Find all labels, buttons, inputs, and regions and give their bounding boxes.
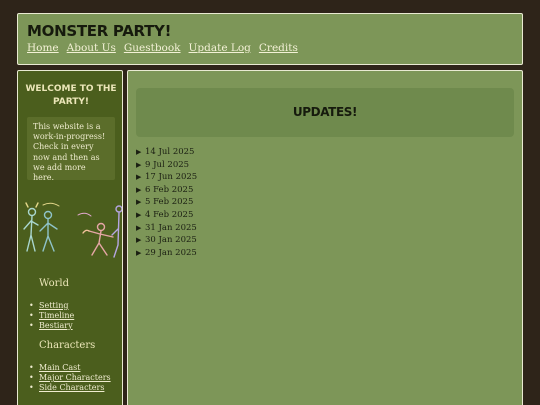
monster-party-illustration	[23, 202, 122, 258]
side-characters-link[interactable]: Side Characters	[39, 383, 104, 392]
updates-panel: UPDATES! ▶ 14 Jul 2025 ▶ 9 Jul 2025 ▶ 17 Ju…	[127, 70, 523, 405]
update-date: 5 Feb 2025	[145, 197, 194, 208]
update-entry[interactable]: ▶ 9 Jul 2025	[136, 159, 197, 172]
list-item: Side Characters	[29, 383, 111, 393]
update-entry[interactable]: ▶ 31 Jan 2025	[136, 222, 197, 235]
sidebar: WELCOME TO THE PARTY! This website is a …	[17, 70, 123, 405]
nav-about-link[interactable]: About Us	[67, 42, 116, 54]
bestiary-link[interactable]: Bestiary	[39, 321, 73, 330]
update-log-list: ▶ 14 Jul 2025 ▶ 9 Jul 2025 ▶ 17 Jun 2025 ▶ 6…	[136, 146, 197, 259]
list-item: Major Characters	[29, 373, 111, 383]
updates-banner: UPDATES!	[136, 88, 514, 137]
nav-guestbook-link[interactable]: Guestbook	[124, 42, 181, 54]
disclosure-triangle-icon: ▶	[136, 223, 142, 232]
disclosure-triangle-icon: ▶	[136, 173, 142, 182]
characters-link-list: Main Cast Major Characters Side Characte…	[29, 363, 111, 393]
site-title: MONSTER PARTY!	[27, 22, 172, 40]
update-date: 9 Jul 2025	[145, 159, 190, 170]
world-heading: World	[39, 278, 69, 289]
major-characters-link[interactable]: Major Characters	[39, 373, 111, 382]
welcome-message: This website is a work-in-progress! Chec…	[27, 117, 115, 182]
list-item: Bestiary	[29, 321, 74, 331]
nav-credits-link[interactable]: Credits	[259, 42, 298, 54]
site-header: MONSTER PARTY! Home About Us Guestbook U…	[17, 13, 523, 65]
updates-heading: UPDATES!	[292, 105, 358, 119]
update-entry[interactable]: ▶ 17 Jun 2025	[136, 171, 197, 184]
update-entry[interactable]: ▶ 5 Feb 2025	[136, 196, 197, 209]
update-date: 4 Feb 2025	[145, 209, 194, 220]
update-entry[interactable]: ▶ 29 Jan 2025	[136, 247, 197, 260]
update-date: 29 Jan 2025	[145, 247, 197, 258]
update-entry[interactable]: ▶ 6 Feb 2025	[136, 184, 197, 197]
update-date: 31 Jan 2025	[145, 222, 197, 233]
disclosure-triangle-icon: ▶	[136, 160, 142, 169]
disclosure-triangle-icon: ▶	[136, 148, 142, 156]
main-cast-link[interactable]: Main Cast	[39, 363, 80, 372]
update-entry[interactable]: ▶ 14 Jul 2025	[136, 146, 197, 159]
update-entry[interactable]: ▶ 4 Feb 2025	[136, 209, 197, 222]
disclosure-triangle-icon: ▶	[136, 210, 142, 219]
list-item: Timeline	[29, 311, 74, 321]
update-date: 14 Jul 2025	[145, 147, 195, 157]
update-entry[interactable]: ▶ 30 Jan 2025	[136, 234, 197, 247]
update-date: 6 Feb 2025	[145, 184, 194, 195]
update-date: 17 Jun 2025	[145, 172, 198, 183]
update-date: 30 Jan 2025	[145, 235, 197, 246]
nav-update-log-link[interactable]: Update Log	[189, 42, 251, 54]
nav-home-link[interactable]: Home	[27, 42, 59, 54]
setting-link[interactable]: Setting	[39, 301, 68, 310]
characters-heading: Characters	[39, 340, 96, 351]
timeline-link[interactable]: Timeline	[39, 311, 74, 320]
list-item: Setting	[29, 301, 74, 311]
list-item: Main Cast	[29, 363, 111, 373]
disclosure-triangle-icon: ▶	[136, 248, 142, 257]
disclosure-triangle-icon: ▶	[136, 185, 142, 194]
welcome-title: WELCOME TO THE PARTY!	[25, 84, 117, 107]
world-link-list: Setting Timeline Bestiary	[29, 301, 74, 331]
disclosure-triangle-icon: ▶	[136, 198, 142, 207]
disclosure-triangle-icon: ▶	[136, 236, 142, 245]
main-nav: Home About Us Guestbook Update Log Credi…	[27, 42, 298, 54]
